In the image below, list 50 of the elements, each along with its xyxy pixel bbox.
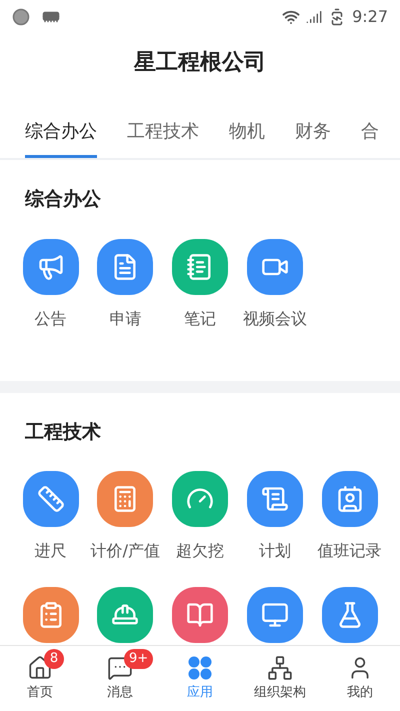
status-circle-icon: [12, 8, 30, 26]
tab[interactable]: 综合办公: [25, 118, 97, 158]
book-icon: [186, 601, 214, 629]
section-title: 综合办公: [24, 187, 102, 212]
org-chart-icon: [267, 654, 293, 681]
nav-tab[interactable]: 应用: [160, 646, 240, 711]
app-label: 超欠挖: [176, 540, 224, 562]
megaphone-icon: [36, 252, 64, 280]
app-icon[interactable]: [322, 471, 378, 527]
nav-tab[interactable]: 组织架构: [240, 646, 320, 711]
app-icon[interactable]: [22, 238, 78, 294]
tab[interactable]: 工程技术: [127, 118, 199, 158]
app-label: 值班记录: [318, 540, 382, 562]
app-label: 公告: [34, 308, 66, 330]
tab[interactable]: 合: [361, 118, 379, 158]
scroll-icon: [260, 485, 289, 513]
monitor-icon: [260, 601, 289, 629]
nav-tab[interactable]: 消息 9+: [80, 646, 160, 711]
app-icon[interactable]: [97, 238, 154, 294]
app-icon[interactable]: [97, 587, 154, 643]
status-time: 9:27: [352, 6, 388, 28]
app-icon[interactable]: [322, 587, 378, 643]
app-icon[interactable]: [97, 471, 154, 527]
app-icon[interactable]: [22, 471, 78, 527]
app-icon[interactable]: [246, 587, 303, 643]
app-label: 进尺: [34, 540, 66, 562]
nav-tab[interactable]: 我的: [320, 646, 400, 711]
app-icon[interactable]: [172, 587, 228, 643]
nav-tab[interactable]: 首页 8: [0, 646, 80, 711]
app-icon[interactable]: [246, 471, 303, 527]
page-title: 星工程根公司: [134, 48, 266, 76]
app-icon[interactable]: [246, 238, 303, 294]
wifi-icon: [282, 8, 300, 26]
id-card-icon: [336, 485, 364, 513]
ruler-icon: [36, 485, 64, 513]
app-label: 笔记: [184, 308, 216, 330]
tab[interactable]: 财务: [295, 118, 331, 158]
app-icon[interactable]: [172, 471, 228, 527]
app-icon[interactable]: [172, 238, 228, 294]
grid-icon: [187, 654, 213, 681]
app-label: 计划: [258, 540, 291, 562]
tab[interactable]: 物机: [229, 118, 265, 158]
count-badge: 8: [44, 649, 64, 669]
signal-icon: [306, 9, 322, 25]
section-title: 工程技术: [24, 420, 102, 444]
app-label: 申请: [109, 308, 142, 330]
app-label: 计价/产值: [90, 540, 160, 562]
app-label: 视频会议: [242, 308, 307, 330]
app-icon[interactable]: [22, 587, 78, 643]
count-badge: 9+: [124, 649, 154, 669]
